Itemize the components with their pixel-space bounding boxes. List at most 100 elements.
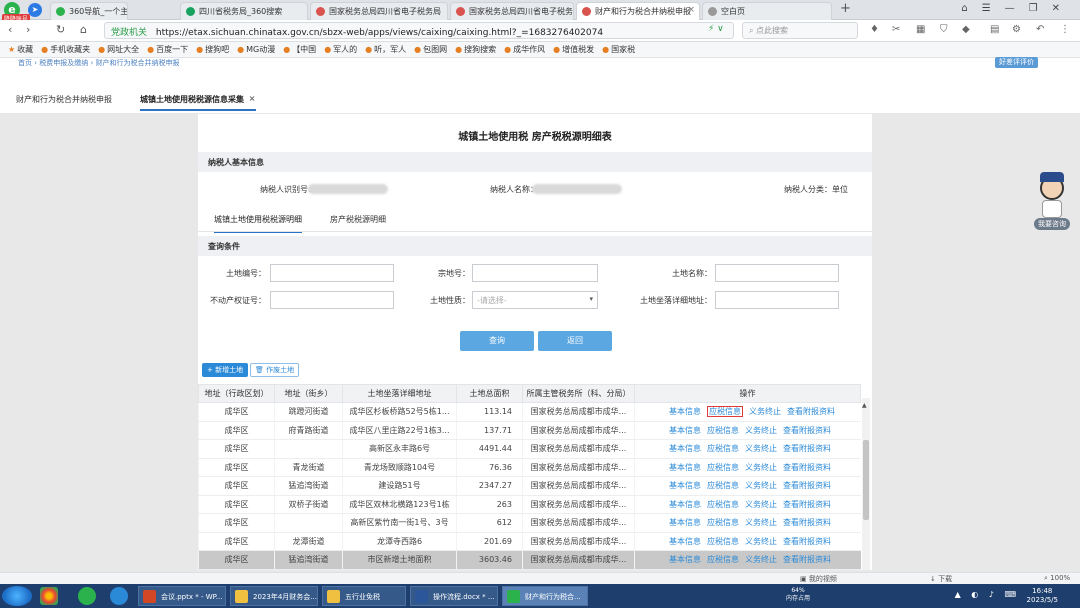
apps-icon[interactable]: ▤	[990, 24, 999, 35]
shield-icon[interactable]: ⛉	[940, 24, 948, 35]
view-attachments-link[interactable]: 查看附报资料	[783, 444, 831, 453]
back-icon[interactable]: ‹	[8, 23, 12, 36]
tray-icons[interactable]: ▲ ◐ ♪ ⌨	[955, 590, 1020, 599]
view-attachments-link[interactable]: 查看附报资料	[783, 537, 831, 546]
taxable-info-link[interactable]: 应税信息	[707, 500, 739, 509]
chrome-icon[interactable]	[40, 587, 58, 605]
bookmark-item[interactable]: ● 包图网	[414, 44, 447, 55]
tab-combined-declaration[interactable]: 财产和行为税合并纳税申报	[16, 94, 112, 109]
basic-info-link[interactable]: 基本信息	[669, 537, 701, 546]
bookmark-item[interactable]: ● 国家税	[602, 44, 635, 55]
breadcrumb[interactable]: 首页 › 税费申报及缴纳 › 财产和行为税合并纳税申报	[0, 58, 1080, 68]
obligation-termination-link[interactable]: 义务终止	[745, 481, 777, 490]
taxable-info-link[interactable]: 应税信息	[707, 555, 739, 564]
taxable-info-link[interactable]: 应税信息	[707, 426, 739, 435]
bookmark-item[interactable]: ● 手机收藏夹	[41, 44, 90, 55]
start-button[interactable]	[2, 586, 32, 606]
browser-360-icon[interactable]	[78, 587, 96, 605]
scrollbar-thumb[interactable]	[863, 440, 869, 520]
new-tab-button[interactable]: +	[840, 1, 851, 16]
obligation-termination-link[interactable]: 义务终止	[745, 444, 777, 453]
bookmark-item[interactable]: ● 成华作风	[504, 44, 545, 55]
view-attachments-link[interactable]: 查看附报资料	[783, 481, 831, 490]
taskbar-window[interactable]: 会议.pptx * - WP...	[138, 586, 226, 606]
basic-info-link[interactable]: 基本信息	[669, 426, 701, 435]
bookmark-item[interactable]: ★ 收藏	[8, 44, 33, 55]
browser-tab[interactable]: 四川省税务局_360搜索	[180, 2, 308, 20]
forward-icon[interactable]: ›	[26, 23, 30, 36]
basic-info-link[interactable]: 基本信息	[669, 444, 701, 453]
browser-tab[interactable]: 360导航_一个主页，整个世界	[50, 2, 128, 20]
obligation-termination-link[interactable]: 义务终止	[745, 500, 777, 509]
obligation-termination-link[interactable]: 义务终止	[745, 537, 777, 546]
feedback-button[interactable]: 好差评评价	[995, 57, 1038, 68]
table-row[interactable]: 成华区 青龙街道 青龙场致顺路104号 76.36 国家税务总局成都市成华... 基本信息…	[198, 458, 861, 477]
tab-land-use-tax-collection[interactable]: 城镇土地使用税税源信息采集 ×	[140, 94, 256, 111]
scissors-icon[interactable]: ✂	[892, 24, 900, 35]
taxable-info-link[interactable]: 应税信息	[707, 518, 739, 527]
basic-info-link[interactable]: 基本信息	[669, 518, 701, 527]
undo-icon[interactable]: ↶	[1036, 24, 1044, 35]
land-name-input[interactable]	[715, 264, 839, 282]
land-no-input[interactable]	[270, 264, 394, 282]
table-row[interactable]: 成华区 猛追湾街道 市区新增土地面积 3603.46 国家税务总局成都市成华... 基本信…	[198, 550, 861, 570]
subtab-property-tax[interactable]: 房产税税源明细	[330, 214, 386, 231]
taskbar-window[interactable]: 五行业免税	[322, 586, 406, 606]
table-row[interactable]: 成华区 府青路街道 成华区八里庄路22号1栋3... 137.71 国家税务总局成都市成…	[198, 421, 861, 440]
taskbar-window[interactable]: 财产和行为税合...	[502, 586, 588, 606]
assistant-mascot[interactable]: 我要咨询	[1034, 172, 1070, 230]
taskbar-window[interactable]: 2023年4月财务会...	[230, 586, 318, 606]
browser-tab[interactable]: 国家税务总局四川省电子税务局	[310, 2, 448, 20]
parcel-no-input[interactable]	[472, 264, 598, 282]
extension-icon[interactable]: ♦	[870, 24, 879, 35]
taxable-info-link[interactable]: 应税信息	[707, 463, 739, 472]
obligation-termination-link[interactable]: 义务终止	[745, 426, 777, 435]
taskbar-window[interactable]: 操作流程.docx * ...	[410, 586, 498, 606]
taxable-info-link[interactable]: 应税信息	[707, 537, 739, 546]
obligation-termination-link[interactable]: 义务终止	[745, 463, 777, 472]
obligation-termination-link[interactable]: 义务终止	[745, 555, 777, 564]
table-row[interactable]: 成华区 龙潭街道 龙潭寺西路6 201.69 国家税务总局成都市成华... 基本信息 应税信…	[198, 532, 861, 551]
window-controls[interactable]: ⌂☰—❐✕	[961, 3, 1074, 14]
bookmark-item[interactable]: ● 搜狗搜索	[455, 44, 496, 55]
settings-icon[interactable]: ⚙	[1012, 24, 1021, 35]
scroll-up-icon[interactable]: ▲	[862, 402, 867, 409]
bookmark-item[interactable]: ● MG动漫	[237, 44, 275, 55]
basic-info-link[interactable]: 基本信息	[669, 500, 701, 509]
taxable-info-link[interactable]: 应税信息	[707, 481, 739, 490]
land-nature-select[interactable]: -请选择- ▾	[472, 291, 598, 309]
view-attachments-link[interactable]: 查看附报资料	[783, 518, 831, 527]
bookmark-item[interactable]: ● 网址大全	[98, 44, 139, 55]
refresh-icon[interactable]: ↻	[56, 23, 65, 36]
table-row[interactable]: 成华区 猛追湾街道 建设路51号 2347.27 国家税务总局成都市成华... 基本信息应…	[198, 476, 861, 496]
obligation-termination-link[interactable]: 义务终止	[745, 518, 777, 527]
bookmark-item[interactable]: ● 军人的	[324, 44, 357, 55]
table-row[interactable]: 成华区 高新区永丰路6号 4491.44 国家税务总局成都市成华... 基本信息 应税信息…	[198, 439, 861, 459]
url-input[interactable]: 党政机关 https://etax.sichuan.chinatax.gov.c…	[104, 22, 734, 39]
browser-tab[interactable]: 空白页	[702, 2, 832, 20]
game-icon[interactable]: ◆	[962, 24, 970, 35]
close-icon[interactable]: ×	[687, 5, 695, 15]
baidu-netdisk-icon[interactable]	[110, 587, 128, 605]
memory-indicator[interactable]: 64% 内存占用	[786, 587, 810, 603]
more-icon[interactable]: ⋮	[1060, 24, 1070, 35]
home-icon[interactable]: ⌂	[80, 23, 87, 36]
browser-tab[interactable]: 财产和行为税合并纳税申报 ×	[576, 2, 700, 20]
taxable-info-link[interactable]: 应税信息	[707, 444, 739, 453]
menu-grid-icon[interactable]: ▦	[916, 24, 925, 35]
view-attachments-link[interactable]: 查看附报资料	[783, 426, 831, 435]
taxable-info-link[interactable]: 应税信息	[707, 406, 743, 418]
table-row[interactable]: 成华区 高新区紫竹南一街1号、3号 612 国家税务总局成都市成华... 基本信息 应税信…	[198, 513, 861, 533]
bookmark-item[interactable]: ● 听，军人	[365, 44, 406, 55]
view-attachments-link[interactable]: 查看附报资料	[783, 500, 831, 509]
basic-info-link[interactable]: 基本信息	[669, 463, 701, 472]
table-row[interactable]: 成华区 跳蹬河街道 成华区杉板桥路52号5栋1... 113.14 国家税务总局成都市成…	[198, 402, 861, 422]
video-icon[interactable]: ▣ 我的视频	[800, 574, 837, 584]
navigate-icon[interactable]: ➤	[28, 3, 42, 17]
query-button[interactable]: 查询	[460, 331, 534, 351]
lightning-icon[interactable]: ⚡ ∨	[708, 24, 724, 34]
view-attachments-link[interactable]: 查看附报资料	[787, 407, 835, 416]
bookmark-item[interactable]: ● 增值税发	[553, 44, 594, 55]
land-address-input[interactable]	[715, 291, 839, 309]
basic-info-link[interactable]: 基本信息	[669, 481, 701, 490]
